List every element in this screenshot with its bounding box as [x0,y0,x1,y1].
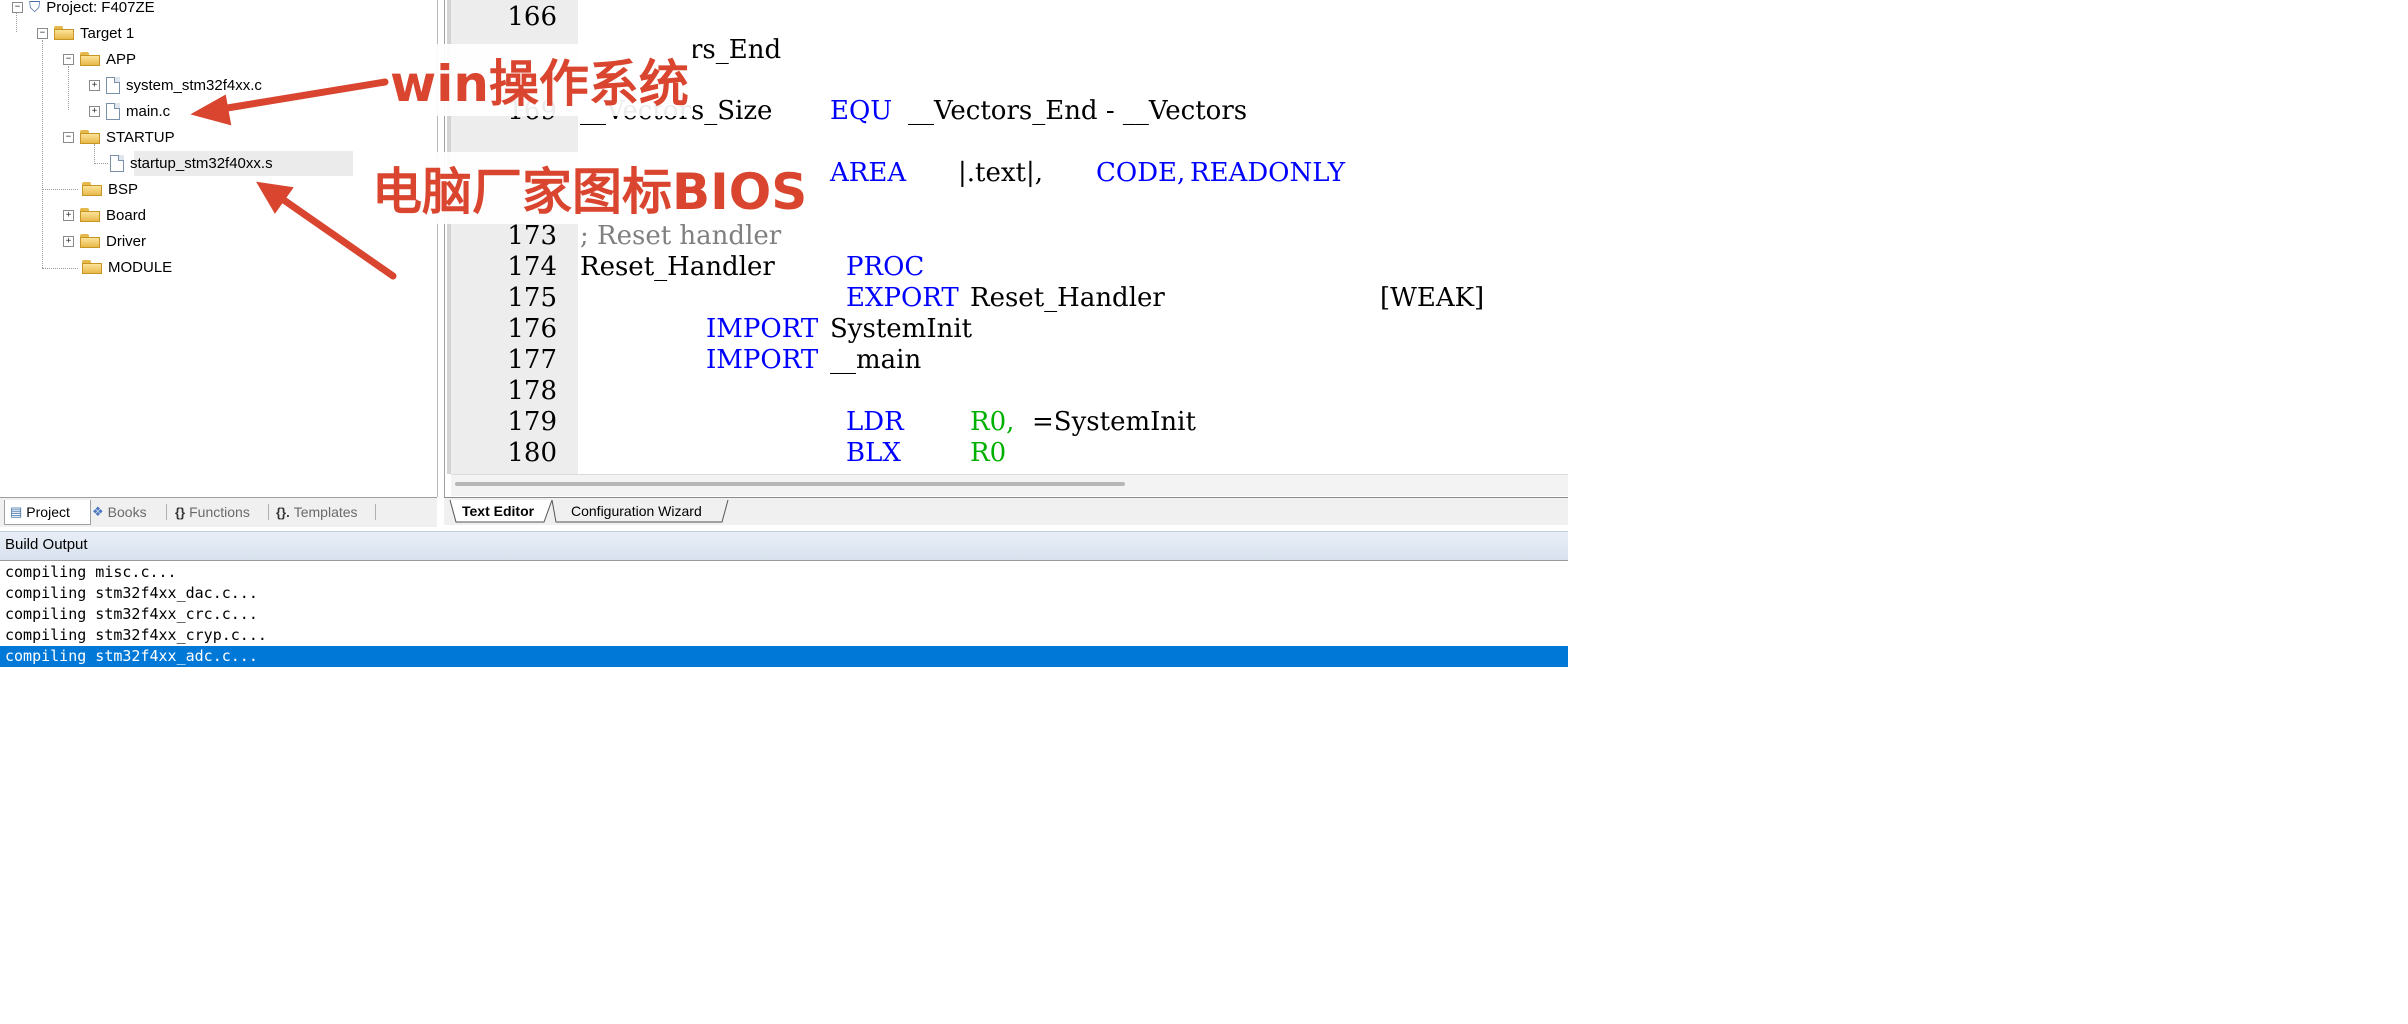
arrow-line [274,192,397,280]
arrow-head [256,181,294,214]
annotation-arrows [190,78,397,280]
arrow-head [190,94,232,126]
arrow-line [211,78,389,114]
